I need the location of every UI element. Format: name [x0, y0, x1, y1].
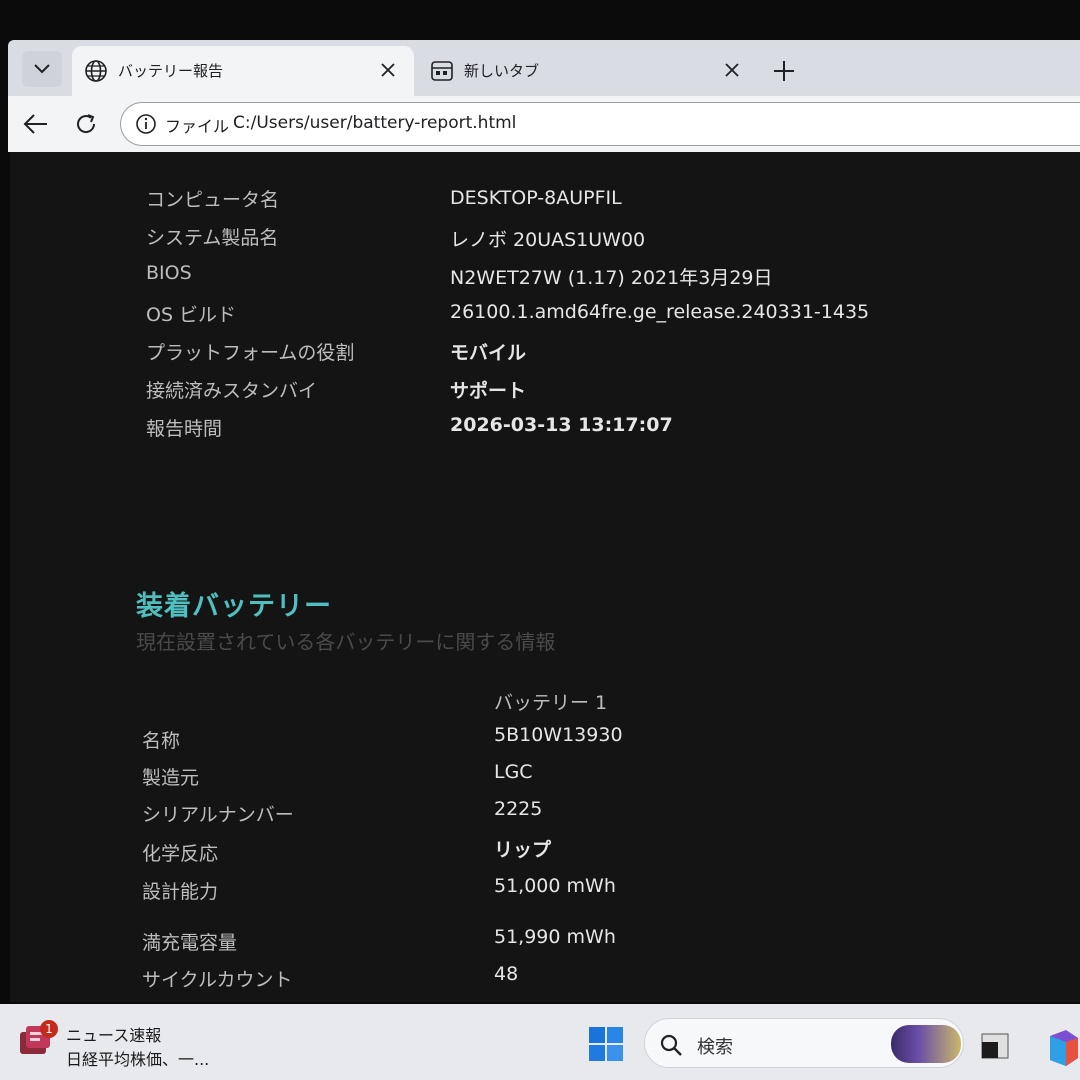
section-subtitle: 現在設置されている各バッテリーに関する情報	[136, 630, 556, 654]
battery-label-name: 名称	[142, 730, 181, 752]
battery-value-manufacturer: LGC	[494, 761, 533, 783]
close-icon	[381, 63, 395, 77]
task-view-icon[interactable]	[980, 1032, 1010, 1060]
info-label-product-name: システム製品名	[146, 227, 279, 249]
battery-value-cycle-count: 48	[494, 963, 519, 985]
taskbar-search-box[interactable]: 検索	[644, 1018, 964, 1068]
battery-label-chemistry: 化学反応	[142, 843, 219, 865]
info-icon[interactable]	[135, 113, 157, 135]
info-label-connected-standby: 接続済みスタンバイ	[146, 380, 318, 402]
tab-title: バッテリー報告	[118, 62, 224, 80]
info-value-os-build: 26100.1.amd64fre.ge_release.240331-1435	[450, 301, 870, 323]
arrow-left-icon	[23, 114, 47, 134]
info-label-computer-name: コンピュータ名	[146, 189, 280, 211]
tab-close-button[interactable]	[376, 58, 400, 82]
news-widget-text[interactable]: 日経平均株価、一...	[66, 1046, 209, 1070]
battery-label-manufacturer: 製造元	[142, 767, 200, 789]
battery-value-serial: 2225	[494, 798, 543, 820]
battery-label-full-charge-capacity: 満充電容量	[142, 932, 238, 954]
tab-battery-report[interactable]: バッテリー報告	[72, 46, 414, 96]
browser-toolbar: ファイル C:/Users/user/battery-report.html	[8, 96, 1080, 152]
info-label-os-build: OS ビルド	[146, 304, 237, 326]
search-highlight-illustration[interactable]	[891, 1025, 961, 1063]
search-icon	[660, 1034, 682, 1056]
back-button[interactable]	[20, 108, 52, 140]
tab-title: 新しいタブ	[464, 62, 540, 80]
address-scheme-label: ファイル	[165, 117, 230, 136]
info-value-computer-name: DESKTOP-8AUPFIL	[450, 187, 622, 209]
info-label-report-time: 報告時間	[146, 418, 223, 440]
battery-value-name: 5B10W13930	[494, 724, 623, 746]
tab-close-button[interactable]	[720, 58, 744, 82]
info-label-platform-role: プラットフォームの役割	[146, 342, 355, 364]
globe-icon	[85, 60, 107, 82]
new-tab-button[interactable]	[768, 55, 800, 87]
battery-label-serial: シリアルナンバー	[142, 804, 294, 826]
tab-list-button[interactable]	[22, 51, 62, 87]
news-widget-title[interactable]: ニュース速報	[66, 1022, 161, 1046]
battery-value-chemistry: リップ	[494, 839, 552, 861]
microsoft-365-icon[interactable]	[1044, 1028, 1080, 1068]
notification-badge: 1	[40, 1020, 58, 1038]
address-bar[interactable]: ファイル C:/Users/user/battery-report.html	[120, 102, 1080, 146]
close-icon	[725, 63, 739, 77]
address-url[interactable]: C:/Users/user/battery-report.html	[233, 113, 516, 133]
info-label-bios: BIOS	[146, 262, 192, 284]
info-value-report-time: 2026-03-13 13:17:07	[450, 414, 673, 436]
tab-new-tab[interactable]: 新しいタブ	[418, 46, 758, 96]
battery-value-design-capacity: 51,000 mWh	[494, 875, 616, 897]
battery-label-design-capacity: 設計能力	[142, 881, 219, 903]
reload-button[interactable]	[70, 108, 102, 140]
new-tab-page-icon	[431, 61, 453, 81]
monitor-bezel	[0, 0, 1080, 40]
plus-icon	[774, 61, 794, 81]
search-label: 検索	[697, 1037, 733, 1058]
battery-value-full-charge-capacity: 51,990 mWh	[494, 926, 616, 948]
tab-bar: バッテリー報告 新しいタブ	[8, 40, 1080, 96]
refresh-icon	[77, 114, 96, 133]
chevron-down-icon	[34, 64, 50, 74]
info-value-bios: N2WET27W (1.17) 2021年3月29日	[450, 267, 773, 289]
battery-label-cycle-count: サイクルカウント	[142, 969, 293, 991]
taskbar: 1 ニュース速報 日経平均株価、一... 検索	[0, 1004, 1080, 1080]
info-value-platform-role: モバイル	[450, 342, 527, 364]
battery-column-header: バッテリー 1	[494, 692, 608, 714]
windows-start-icon[interactable]	[588, 1026, 624, 1062]
section-title-installed-batteries: 装着バッテリー	[136, 591, 332, 622]
info-value-product-name: レノボ 20UAS1UW00	[450, 229, 646, 251]
battery-report-page: コンピュータ名 DESKTOP-8AUPFIL システム製品名 レノボ 20UA…	[10, 152, 1080, 1002]
info-value-connected-standby: サポート	[450, 380, 527, 402]
